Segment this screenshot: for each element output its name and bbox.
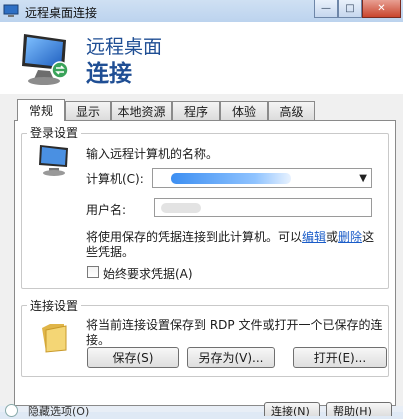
open-button[interactable]: 打开(E)...	[293, 347, 387, 368]
remote-desktop-app-icon	[3, 4, 19, 17]
username-label: 用户名:	[86, 203, 127, 217]
computer-label: 计算机(C):	[86, 172, 144, 186]
connect-button[interactable]: 连接(N)	[264, 402, 320, 416]
connection-settings-title: 连接设置	[27, 297, 82, 314]
username-field[interactable]	[154, 198, 372, 217]
edit-credentials-link[interactable]: 编辑	[302, 230, 326, 244]
saved-credentials-text-line2: 些凭据。	[86, 245, 135, 259]
folder-icon	[42, 324, 67, 353]
tab-local-resources[interactable]: 本地资源	[111, 101, 172, 120]
always-ask-credentials-checkbox[interactable]	[87, 266, 99, 278]
computer-combobox[interactable]: ▼	[152, 168, 372, 188]
maximize-button[interactable]: □	[338, 0, 362, 18]
tab-general[interactable]: 常规	[17, 99, 65, 121]
username-value-redacted	[161, 203, 201, 213]
login-settings-title: 登录设置	[27, 124, 82, 141]
hide-options-toggle[interactable]: 隐藏选项(O)	[28, 403, 89, 419]
login-instruction: 输入远程计算机的名称。	[86, 147, 219, 161]
tab-programs[interactable]: 程序	[172, 101, 220, 120]
connection-description-line2: 接。	[86, 333, 111, 347]
header-title-line2: 连接	[86, 61, 132, 87]
save-as-button[interactable]: 另存为(V)...	[187, 347, 275, 368]
minimize-button[interactable]: —	[314, 0, 338, 18]
chevron-down-icon[interactable]: ▼	[359, 173, 367, 184]
close-button[interactable]: ✕	[362, 0, 401, 18]
computer-value-redacted	[171, 173, 291, 184]
help-button[interactable]: 帮助(H)	[326, 402, 392, 416]
save-button[interactable]: 保存(S)	[87, 347, 179, 368]
options-toggle-icon[interactable]	[5, 404, 18, 417]
connection-description: 将当前连接设置保存到 RDP 文件或打开一个已保存的连	[86, 318, 383, 332]
tab-display[interactable]: 显示	[65, 101, 111, 120]
computer-icon	[39, 145, 68, 176]
tab-experience[interactable]: 体验	[220, 101, 268, 120]
always-ask-credentials-label[interactable]: 始终要求凭据(A)	[103, 265, 193, 282]
delete-credentials-link[interactable]: 删除	[338, 230, 362, 244]
window-title: 远程桌面连接	[25, 6, 98, 20]
tab-advanced[interactable]: 高级	[268, 101, 315, 120]
remote-desktop-logo-icon	[22, 34, 69, 85]
